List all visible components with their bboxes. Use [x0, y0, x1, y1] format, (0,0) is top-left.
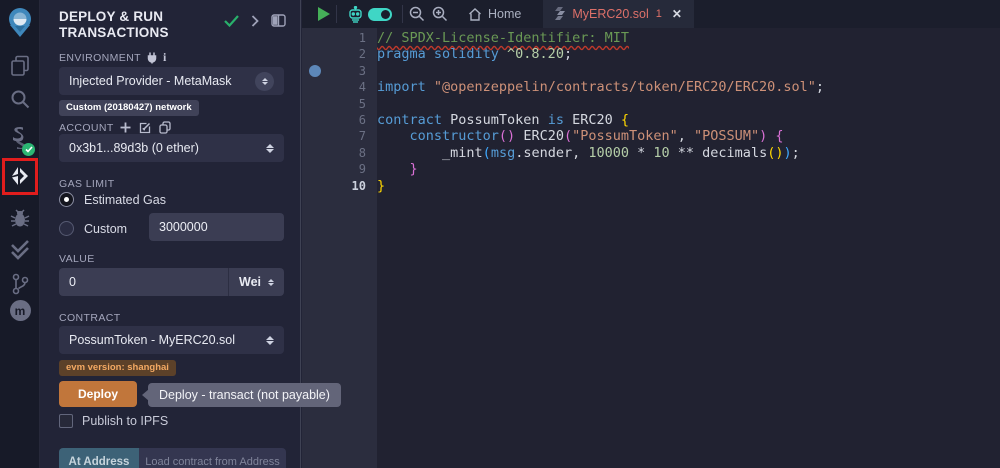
contract-label: CONTRACT: [59, 312, 121, 324]
line-number[interactable]: 1: [302, 30, 377, 46]
contract-select[interactable]: PossumToken - MyERC20.sol: [59, 326, 284, 354]
line-number[interactable]: 8: [302, 145, 377, 161]
editor-tabbar: Home MyERC20.sol 1 ✕: [302, 0, 1000, 28]
home-icon: [468, 7, 482, 21]
line-number[interactable]: 3: [302, 63, 377, 79]
tab-badge: 1: [655, 8, 662, 20]
plug-icon[interactable]: [147, 52, 157, 64]
plus-icon[interactable]: [120, 122, 131, 133]
activity-bar: m: [0, 0, 40, 468]
environment-label: ENVIRONMENT i: [59, 50, 167, 65]
code-line: _mint(msg.sender, 10000 * 10 ** decimals…: [377, 144, 800, 161]
line-number[interactable]: 9: [302, 161, 377, 177]
zoom-in-icon[interactable]: [432, 6, 448, 22]
code-line: pragma solidity ^0.8.20;: [377, 46, 573, 63]
code-line: // SPDX-License-Identifier: MIT: [377, 30, 629, 46]
estimated-gas-option[interactable]: Estimated Gas: [59, 192, 166, 207]
code-editor: Home MyERC20.sol 1 ✕ 1 2 3 4 5 6 7 8 9 10 // SPDX…: [302, 0, 1000, 468]
radio-unselected[interactable]: [59, 221, 74, 236]
line-number[interactable]: 6: [302, 112, 377, 128]
panel-title: DEPLOY & RUN TRANSACTIONS: [59, 9, 169, 40]
account-label: ACCOUNT: [59, 121, 171, 134]
solidity-file-icon: [555, 7, 566, 21]
deploy-tooltip: Deploy - transact (not payable): [142, 383, 341, 407]
value-input[interactable]: 0: [59, 275, 228, 289]
line-number[interactable]: 5: [302, 96, 377, 112]
close-icon[interactable]: ✕: [672, 7, 682, 21]
info-icon[interactable]: i: [163, 50, 167, 65]
gas-limit-label: GAS LIMIT: [59, 178, 115, 190]
account-select[interactable]: 0x3b1...89d3b (0 ether): [59, 134, 284, 162]
tab-home[interactable]: Home: [454, 0, 535, 28]
network-badge: Custom (20180427) network: [59, 100, 199, 116]
debugger-bug-icon[interactable]: [0, 207, 40, 229]
edit-icon[interactable]: [139, 122, 151, 134]
chevron-updown-icon: [266, 335, 274, 345]
line-number[interactable]: 4: [302, 79, 377, 95]
at-address-button[interactable]: At Address: [59, 448, 139, 468]
at-address-input[interactable]: Load contract from Address: [139, 448, 286, 468]
code-line: }: [409, 161, 418, 178]
copy-icon[interactable]: [159, 121, 171, 134]
value-input-group[interactable]: 0 Wei: [59, 268, 284, 296]
line-number[interactable]: 10: [302, 178, 377, 194]
git-branch-icon[interactable]: [0, 273, 40, 295]
play-icon[interactable]: [318, 7, 330, 21]
publish-ipfs-option[interactable]: Publish to IPFS: [59, 414, 168, 428]
remix-ide-window: m DEPLOY & RUN TRANSACTIONS ENVIRONMENT: [0, 0, 1000, 468]
value-unit-select[interactable]: Wei: [228, 268, 284, 296]
code-area[interactable]: // SPDX-License-Identifier: MIT pragma so…: [377, 28, 1000, 468]
code-line: }: [377, 177, 386, 194]
radio-selected[interactable]: [59, 192, 74, 207]
search-icon[interactable]: [0, 89, 40, 109]
zoom-out-icon[interactable]: [409, 6, 425, 22]
split-view-icon[interactable]: [271, 14, 286, 27]
compile-check-icon: [224, 14, 239, 27]
value-label: VALUE: [59, 253, 95, 265]
plugin-manager-icon[interactable]: m: [0, 300, 40, 321]
code-line: contract PossumToken is ERC20 {: [377, 111, 630, 128]
tab-filename: MyERC20.sol: [572, 7, 649, 21]
code-line: import "@openzeppelin/contracts/token/ER…: [377, 79, 825, 96]
line-number[interactable]: 2: [302, 46, 377, 62]
chevron-updown-icon: [268, 278, 274, 286]
environment-select[interactable]: Injected Provider - MetaMask: [59, 67, 284, 95]
remix-logo[interactable]: [0, 7, 40, 39]
unit-test-check-icon[interactable]: [0, 240, 40, 260]
deploy-highlight-box: [2, 158, 38, 195]
line-number[interactable]: 7: [302, 128, 377, 144]
code-line: constructor() ERC20("PossumToken", "POSS…: [409, 128, 784, 145]
evm-version-badge: evm version: shanghai: [59, 360, 176, 376]
file-explorer-icon[interactable]: [0, 55, 40, 77]
custom-gas-input[interactable]: 3000000: [149, 213, 284, 241]
select-spinner-icon[interactable]: [255, 71, 274, 91]
chevron-right-icon[interactable]: [251, 14, 259, 27]
ai-robot-icon[interactable]: [347, 5, 364, 23]
breakpoint-dot[interactable]: [309, 64, 321, 77]
copilot-toggle[interactable]: [368, 7, 392, 21]
checkbox[interactable]: [59, 414, 73, 428]
tab-myerc20[interactable]: MyERC20.sol 1 ✕: [543, 0, 694, 28]
chevron-updown-icon: [266, 143, 274, 153]
deploy-button[interactable]: Deploy: [59, 381, 137, 407]
compile-success-badge: [22, 143, 35, 156]
custom-gas-option[interactable]: Custom: [59, 221, 127, 236]
